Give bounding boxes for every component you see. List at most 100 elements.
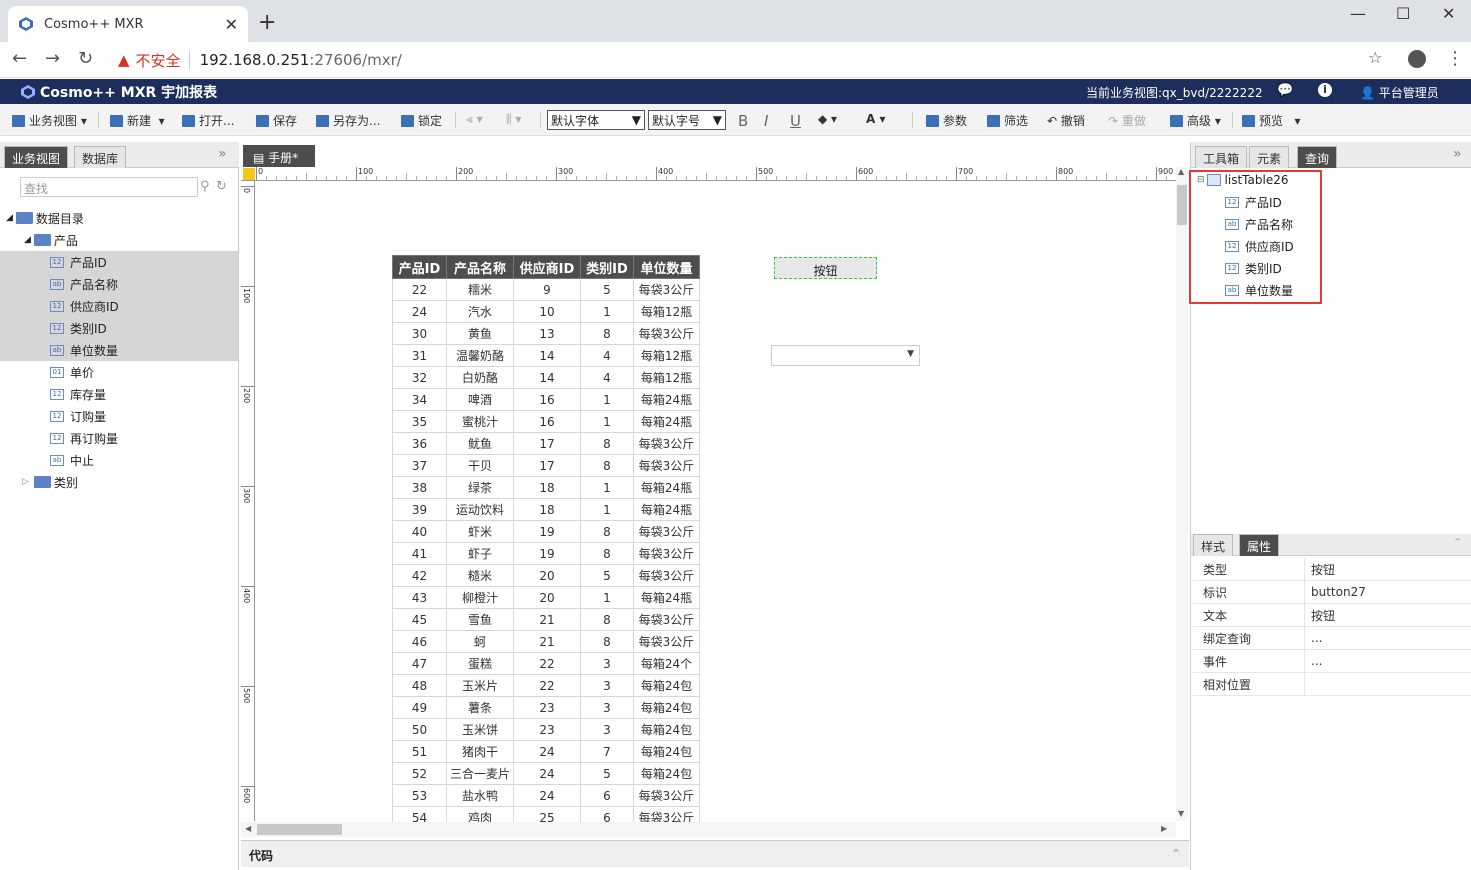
table-row[interactable]: 34 啤酒 16 1 每箱24瓶	[392, 388, 700, 411]
maximize-icon[interactable]: ☐	[1396, 4, 1410, 23]
collapse-panel-icon[interactable]: ⌃	[1453, 536, 1462, 549]
tab-query[interactable]: 查询	[1297, 146, 1338, 168]
design-canvas[interactable]: 产品ID 产品名称 供应商ID 类别ID 单位数量 22 糯米 9 5 每袋3公斤 24 汽水 10 1…	[256, 182, 1176, 822]
search-icon[interactable]: ⚲	[200, 179, 210, 194]
scroll-up-icon[interactable]: ▲	[1178, 167, 1184, 176]
tree-field-item[interactable]: 12 类别ID	[0, 317, 238, 339]
horizontal-scrollbar[interactable]: ◀ ▶	[241, 822, 1176, 837]
bold-button[interactable]: B	[738, 112, 748, 130]
tab-document[interactable]: ▤ 手册*	[243, 145, 315, 167]
font-color-button[interactable]: A ▾	[866, 112, 886, 126]
property-row[interactable]: 绑定查询...	[1193, 627, 1471, 650]
table-row[interactable]: 45 雪鱼 21 8 每袋3公斤	[392, 608, 700, 631]
property-row[interactable]: 事件...	[1193, 650, 1471, 673]
horizontal-scroll-thumb[interactable]	[257, 824, 342, 835]
undo-button[interactable]: ↶ 撤销	[1047, 112, 1085, 129]
save-as-button[interactable]: 另存为...	[316, 112, 380, 129]
bookmark-star-icon[interactable]: ☆	[1368, 48, 1382, 67]
vertical-scrollbar[interactable]: ▲ ▼	[1176, 167, 1188, 821]
property-row[interactable]: 标识 button27	[1193, 581, 1471, 604]
tree-root[interactable]: ◢ 数据目录	[0, 207, 238, 229]
tree-field-item[interactable]: 12 库存量	[0, 383, 238, 405]
tree-folder-category[interactable]: ▷ 类别	[0, 471, 238, 493]
distribute-menu[interactable]: ⫼ ▾	[506, 112, 521, 127]
table-row[interactable]: 36 鱿鱼 17 8 每袋3公斤	[392, 432, 700, 455]
table-row[interactable]: 50 玉米饼 23 3 每箱24包	[392, 718, 700, 741]
table-row[interactable]: 48 玉米片 22 3 每箱24包	[392, 674, 700, 697]
list-table[interactable]: 产品ID 产品名称 供应商ID 类别ID 单位数量 22 糯米 9 5 每袋3公斤 24 汽水 10 1…	[392, 255, 700, 822]
table-row[interactable]: 46 蚵 21 8 每袋3公斤	[392, 630, 700, 653]
reload-icon[interactable]: ↻	[78, 48, 93, 69]
minimize-icon[interactable]: —	[1350, 4, 1366, 23]
scroll-right-icon[interactable]: ▶	[1161, 824, 1167, 833]
tree-field-item[interactable]: 12 再订购量	[0, 427, 238, 449]
tree-field-item[interactable]: 12 供应商ID	[0, 295, 238, 317]
new-button[interactable]: 新建 ▾	[110, 112, 165, 129]
tab-elements[interactable]: 元素	[1249, 146, 1290, 168]
tree-field-item[interactable]: ab 中止	[0, 449, 238, 471]
save-button[interactable]: 保存	[256, 112, 297, 129]
code-panel-bar[interactable]: 代码 ⌃	[241, 840, 1189, 867]
tree-folder-product[interactable]: ◢ 产品	[0, 229, 238, 251]
table-row[interactable]: 47 蛋糕 22 3 每箱24个	[392, 652, 700, 675]
search-input[interactable]: 查找	[20, 177, 198, 197]
tree-field-item[interactable]: 12 订购量	[0, 405, 238, 427]
tab-properties[interactable]: 属性	[1239, 534, 1280, 556]
underline-button[interactable]: U	[790, 112, 801, 130]
params-button[interactable]: 参数	[926, 112, 967, 129]
table-row[interactable]: 37 干贝 17 8 每袋3公斤	[392, 454, 700, 477]
font-family-select[interactable]: 默认字体 ▼	[547, 110, 645, 130]
advanced-menu[interactable]: 高级 ▾	[1170, 112, 1221, 129]
expand-panel-icon[interactable]: ⌃	[1171, 847, 1181, 861]
tab-toolbox[interactable]: 工具箱	[1195, 146, 1248, 168]
refresh-icon[interactable]: ↻	[216, 179, 227, 194]
table-row[interactable]: 24 汽水 10 1 每箱12瓶	[392, 300, 700, 323]
info-icon[interactable]: i	[1318, 83, 1332, 97]
font-size-select[interactable]: 默认字号 ▼	[648, 110, 726, 130]
table-row[interactable]: 51 猪肉干 24 7 每箱24包	[392, 740, 700, 763]
tab-database[interactable]: 数据库	[74, 146, 127, 168]
forward-icon[interactable]: →	[45, 48, 60, 69]
preview-menu[interactable]: 预览 ▾	[1242, 112, 1300, 129]
tree-field-item[interactable]: ab 产品名称	[0, 273, 238, 295]
fill-color-button[interactable]: ◆ ▾	[818, 112, 837, 126]
table-row[interactable]: 30 黄鱼 13 8 每袋3公斤	[392, 322, 700, 345]
lock-button[interactable]: 锁定	[401, 112, 442, 129]
table-row[interactable]: 49 薯条 23 3 每箱24包	[392, 696, 700, 719]
table-row[interactable]: 38 绿茶 18 1 每箱24瓶	[392, 476, 700, 499]
property-row[interactable]: 类型 按钮	[1193, 558, 1471, 581]
open-button[interactable]: 打开...	[182, 112, 234, 129]
table-row[interactable]: 22 糯米 9 5 每袋3公斤	[392, 278, 700, 301]
table-row[interactable]: 39 运动饮料 18 1 每箱24瓶	[392, 498, 700, 521]
more-menu-icon[interactable]: ⋮	[1446, 48, 1464, 69]
table-row[interactable]: 31 温馨奶酪 14 4 每箱12瓶	[392, 344, 700, 367]
tab-business-view[interactable]: 业务视图	[4, 146, 69, 168]
tree-field-item[interactable]: 12 产品ID	[0, 251, 238, 273]
back-icon[interactable]: ←	[12, 48, 27, 69]
browser-tab[interactable]: Cosmo++ MXR ✕	[8, 6, 248, 42]
redo-button[interactable]: ↷ 重做	[1108, 112, 1146, 129]
table-row[interactable]: 35 蜜桃汁 16 1 每箱24瓶	[392, 410, 700, 433]
scroll-left-icon[interactable]: ◀	[245, 824, 251, 833]
tree-field-item[interactable]: ab 单位数量	[0, 339, 238, 361]
chat-icon[interactable]: 💬	[1277, 83, 1293, 98]
property-row[interactable]: 文本 按钮	[1193, 604, 1471, 627]
profile-icon[interactable]	[1408, 50, 1426, 68]
scroll-down-icon[interactable]: ▼	[1178, 809, 1184, 818]
collapse-panel-icon[interactable]: »	[218, 146, 227, 162]
url-field[interactable]: ▲ 不安全 192.168.0.251:27606/mxr/	[110, 46, 1400, 74]
canvas-button[interactable]: 按钮	[774, 257, 877, 279]
user-menu[interactable]: 👤 平台管理员	[1360, 84, 1439, 101]
close-window-icon[interactable]: ✕	[1442, 4, 1455, 23]
canvas-combobox[interactable]: ▼	[771, 345, 920, 366]
table-row[interactable]: 54 鸡肉 25 6 每袋3公斤	[392, 806, 700, 822]
table-row[interactable]: 42 糙米 20 5 每袋3公斤	[392, 564, 700, 587]
table-row[interactable]: 32 白奶酪 14 4 每箱12瓶	[392, 366, 700, 389]
table-row[interactable]: 43 柳橙汁 20 1 每箱24瓶	[392, 586, 700, 609]
table-row[interactable]: 52 三合一麦片 24 5 每箱24包	[392, 762, 700, 785]
property-row[interactable]: 相对位置	[1193, 673, 1471, 696]
close-tab-icon[interactable]: ✕	[225, 15, 238, 34]
align-menu[interactable]: ⫷ ▾	[466, 112, 483, 127]
collapse-panel-icon[interactable]: »	[1453, 146, 1462, 162]
new-tab-icon[interactable]: +	[258, 10, 276, 35]
